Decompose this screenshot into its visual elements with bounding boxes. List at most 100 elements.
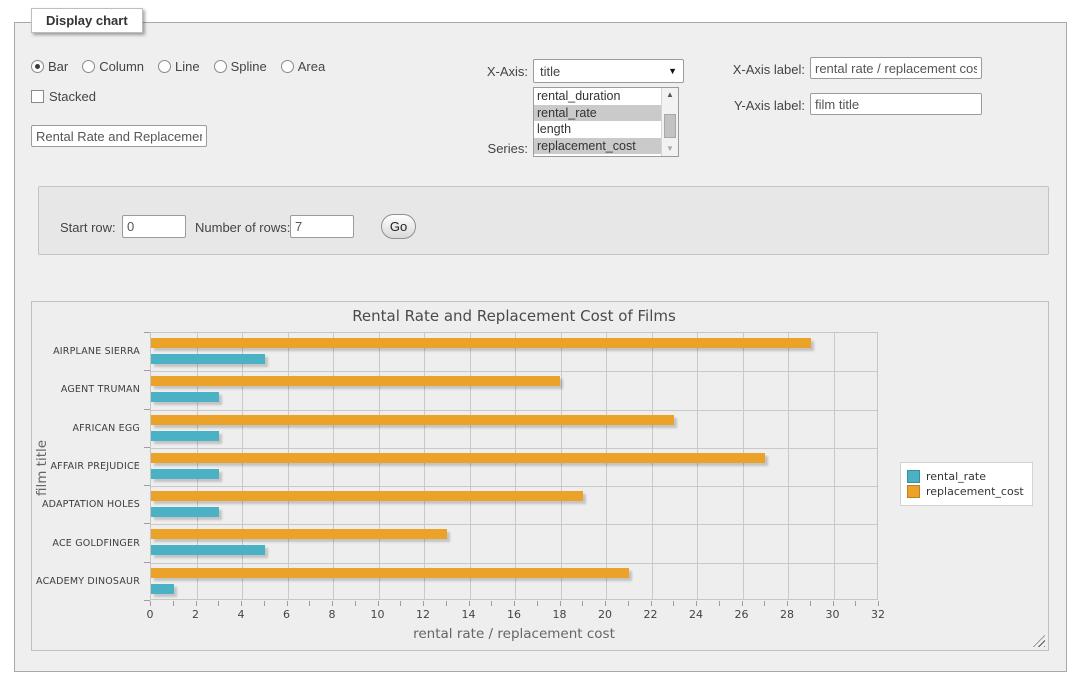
radio-icon[interactable] [31, 60, 44, 73]
x-tick-label: 4 [226, 608, 256, 621]
series-option-rental_duration[interactable]: rental_duration [534, 88, 661, 105]
legend-label: rental_rate [926, 470, 986, 483]
vertical-gridline [288, 333, 289, 599]
x-tick-mark [196, 601, 197, 606]
start-row-input[interactable] [122, 215, 186, 238]
y-tick-mark [144, 332, 150, 333]
x-tick-label: 30 [818, 608, 848, 621]
bar-rental_rate [151, 431, 219, 441]
start-row-label: Start row: [60, 220, 116, 235]
chart-type-radio-area[interactable]: Area [281, 59, 325, 74]
x-tick-mark [696, 601, 697, 606]
x-tick-mark [651, 601, 652, 606]
scrollbar-thumb[interactable] [664, 114, 676, 138]
x-tick-mark [378, 601, 379, 606]
chart-type-radio-group: Bar Column Line Spline Area [31, 59, 333, 74]
stacked-checkbox-row[interactable]: Stacked [31, 89, 96, 104]
x-tick-mark [400, 601, 401, 606]
bar-replacement_cost [151, 491, 583, 501]
go-button[interactable]: Go [381, 214, 416, 239]
x-tick-mark [582, 601, 583, 606]
radio-icon[interactable] [82, 60, 95, 73]
chart-type-radio-column[interactable]: Column [82, 59, 144, 74]
x-tick-label: 2 [181, 608, 211, 621]
x-tick-mark [355, 601, 356, 606]
x-tick-label: 16 [499, 608, 529, 621]
x-tick-mark [491, 601, 492, 606]
x-tick-label: 26 [727, 608, 757, 621]
bar-replacement_cost [151, 568, 629, 578]
series-multiselect[interactable]: rental_durationrental_ratelengthreplacem… [533, 87, 679, 157]
horizontal-gridline [151, 371, 877, 372]
series-scrollbar[interactable]: ▲ ▼ [661, 88, 678, 156]
series-option-replacement_cost[interactable]: replacement_cost [534, 138, 661, 155]
vertical-gridline [424, 333, 425, 599]
x-tick-label: 8 [317, 608, 347, 621]
x-tick-mark [810, 601, 811, 606]
bar-rental_rate [151, 584, 174, 594]
legend-item-rental_rate: rental_rate [907, 470, 1024, 483]
series-option-length[interactable]: length [534, 121, 661, 138]
x-tick-label: 6 [272, 608, 302, 621]
number-of-rows-input[interactable] [290, 215, 354, 238]
horizontal-gridline [151, 448, 877, 449]
x-axis-select[interactable]: title ▼ [533, 59, 684, 83]
x-tick-mark [514, 601, 515, 606]
category-label: AGENT TRUMAN [32, 384, 140, 395]
legend-label: replacement_cost [926, 485, 1024, 498]
vertical-gridline [743, 333, 744, 599]
bar-rental_rate [151, 469, 219, 479]
radio-label: Column [99, 59, 144, 74]
category-label: AIRPLANE SIERRA [32, 346, 140, 357]
x-tick-label: 32 [863, 608, 893, 621]
vertical-gridline [834, 333, 835, 599]
vertical-gridline [242, 333, 243, 599]
chart-type-radio-spline[interactable]: Spline [214, 59, 267, 74]
chart-title: Rental Rate and Replacement Cost of Film… [150, 307, 878, 325]
bar-rental_rate [151, 507, 219, 517]
horizontal-gridline [151, 563, 877, 564]
x-tick-mark [264, 601, 265, 606]
x-tick-label: 0 [135, 608, 165, 621]
stacked-checkbox[interactable] [31, 90, 44, 103]
page: Display chart BarColumnLineSplineArea St… [0, 0, 1081, 681]
chart-x-axis-title: rental rate / replacement cost [150, 626, 878, 642]
series-option-rental_rate[interactable]: rental_rate [534, 105, 661, 122]
scroll-down-icon[interactable]: ▼ [662, 142, 678, 156]
radio-icon[interactable] [158, 60, 171, 73]
category-label: ACE GOLDFINGER [32, 538, 140, 549]
x-tick-label: 10 [363, 608, 393, 621]
radio-icon[interactable] [281, 60, 294, 73]
x-tick-mark [469, 601, 470, 606]
legend-swatch-icon [907, 485, 920, 498]
x-tick-mark [241, 601, 242, 606]
x-tick-label: 20 [590, 608, 620, 621]
y-axis-label-input[interactable] [810, 93, 982, 115]
vertical-gridline [788, 333, 789, 599]
chart-type-radio-bar[interactable]: Bar [31, 59, 68, 74]
x-tick-mark [423, 601, 424, 606]
x-tick-label: 18 [545, 608, 575, 621]
chart-type-radio-line[interactable]: Line [158, 59, 200, 74]
x-axis-label-input[interactable] [810, 57, 982, 79]
x-tick-mark [332, 601, 333, 606]
x-tick-mark [878, 601, 879, 606]
radio-icon[interactable] [214, 60, 227, 73]
x-tick-mark [855, 601, 856, 606]
chart-title-input[interactable] [31, 125, 207, 147]
y-tick-mark [144, 447, 150, 448]
legend-swatch-icon [907, 470, 920, 483]
horizontal-gridline [151, 410, 877, 411]
resize-grip-icon[interactable] [1033, 635, 1045, 647]
y-tick-mark [144, 485, 150, 486]
x-tick-mark [287, 601, 288, 606]
radio-label: Area [298, 59, 325, 74]
legend-item-replacement_cost: replacement_cost [907, 485, 1024, 498]
vertical-gridline [333, 333, 334, 599]
x-tick-label: 24 [681, 608, 711, 621]
x-axis-select-label: X-Axis: [473, 64, 528, 79]
x-tick-mark [787, 601, 788, 606]
category-label: ADAPTATION HOLES [32, 499, 140, 510]
category-label: AFRICAN EGG [32, 423, 140, 434]
scroll-up-icon[interactable]: ▲ [662, 88, 678, 102]
